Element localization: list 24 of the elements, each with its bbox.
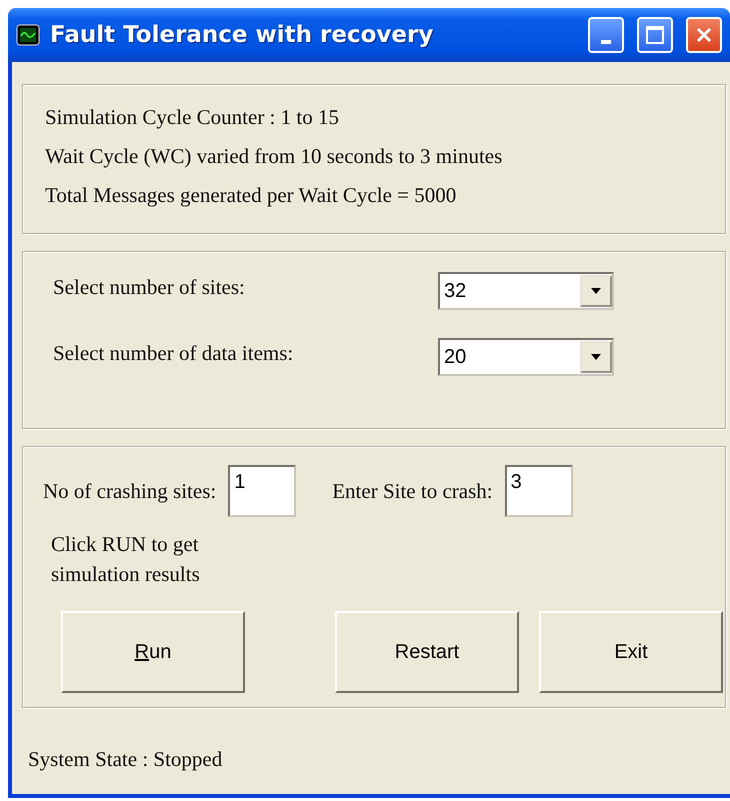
minimize-icon [601,40,611,44]
info-text: Simulation Cycle Counter : 1 to 15 [45,105,340,130]
field-label: No of crashing sites: [43,478,216,504]
info-text: Wait Cycle (WC) varied from 10 seconds to 3 minutes [45,144,504,169]
minimize-button[interactable] [588,17,624,53]
select-label: Select number of sites: [53,274,246,300]
maximize-icon [645,25,665,45]
close-icon [694,25,714,45]
info-text: Total Messages generated per Wait Cycle = 5000 [45,183,458,208]
field-label: Enter Site to crash: [332,478,493,504]
maximize-button[interactable] [637,17,673,53]
action-button[interactable]: Exit [539,611,723,693]
app-icon [16,24,40,46]
action-button[interactable]: Run [61,611,245,693]
close-button[interactable] [686,17,722,53]
window-title: Fault Tolerance with recovery [50,22,434,48]
hint-text: Click RUN to get simulation results [51,531,201,588]
dropdown[interactable]: 20 [438,338,614,376]
input-field[interactable]: 3 [504,465,573,517]
dropdown[interactable]: 32 [438,272,614,310]
input-field[interactable]: 1 [228,465,296,517]
action-button[interactable]: Restart [335,611,519,693]
status-text: System State : Stopped [28,747,222,772]
select-label: Select number of data items: [53,340,294,366]
